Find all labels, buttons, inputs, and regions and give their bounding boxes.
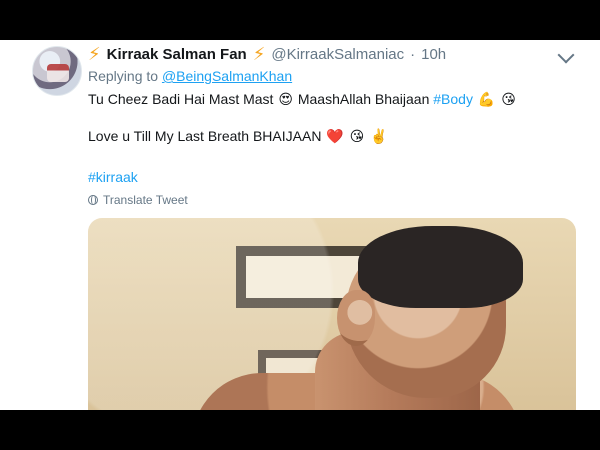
hashtag-body-link[interactable]: #Body — [433, 91, 473, 107]
tweet-text-line-2-text: Love u Till My Last Breath BHAIJAAN — [88, 128, 322, 144]
flexed-biceps-emoji: 💪 — [477, 91, 496, 107]
bottom-black-band — [0, 410, 600, 450]
victory-hand-emoji: ✌️ — [370, 128, 388, 144]
tweet-time[interactable]: 10h — [421, 46, 446, 63]
replying-user-link[interactable]: @BeingSalmanKhan — [162, 68, 292, 84]
kiss-emoji: 😘 — [501, 91, 516, 107]
red-heart-emoji: ❤️ — [326, 128, 344, 144]
hashtag-kirraak-link[interactable]: #kirraak — [88, 169, 138, 185]
photo-ear — [337, 290, 375, 346]
tweet-header: ⚡ Kirraak Salman Fan ⚡ @KirraakSalmaniac… — [88, 43, 570, 65]
translate-tweet-button[interactable]: Translate Tweet — [88, 193, 188, 207]
avatar[interactable] — [32, 46, 82, 96]
tweet-text-line-1: Tu Cheez Badi Hai Mast Mast 😍 MaashAllah… — [88, 91, 517, 108]
kiss-emoji: 😘 — [349, 128, 365, 144]
tweet-text-part-1: Tu Cheez Badi Hai Mast Mast — [88, 91, 274, 107]
translate-label: Translate Tweet — [103, 193, 188, 207]
heart-eyes-emoji: 😍 — [278, 91, 293, 107]
globe-icon — [88, 195, 98, 205]
author-handle[interactable]: @KirraakSalmaniac — [271, 46, 404, 63]
lightning-bolt-icon: ⚡ — [252, 44, 266, 64]
tweet-card: ⚡ Kirraak Salman Fan ⚡ @KirraakSalmaniac… — [0, 40, 600, 410]
avatar-image — [47, 64, 69, 82]
lightning-bolt-icon: ⚡ — [88, 44, 101, 64]
photo-hair — [358, 226, 523, 308]
tweet-text-part-2: MaashAllah Bhaijaan — [297, 91, 430, 107]
tweet-photo[interactable] — [88, 218, 576, 410]
replying-prefix: Replying to — [88, 68, 159, 84]
top-black-band — [0, 0, 600, 40]
tweet-text-line-2: Love u Till My Last Breath BHAIJAAN ❤️ 😘… — [88, 128, 389, 145]
separator-dot: · — [410, 45, 416, 63]
author-name[interactable]: Kirraak Salman Fan — [107, 46, 247, 63]
replying-to: Replying to @BeingSalmanKhan — [88, 68, 292, 84]
